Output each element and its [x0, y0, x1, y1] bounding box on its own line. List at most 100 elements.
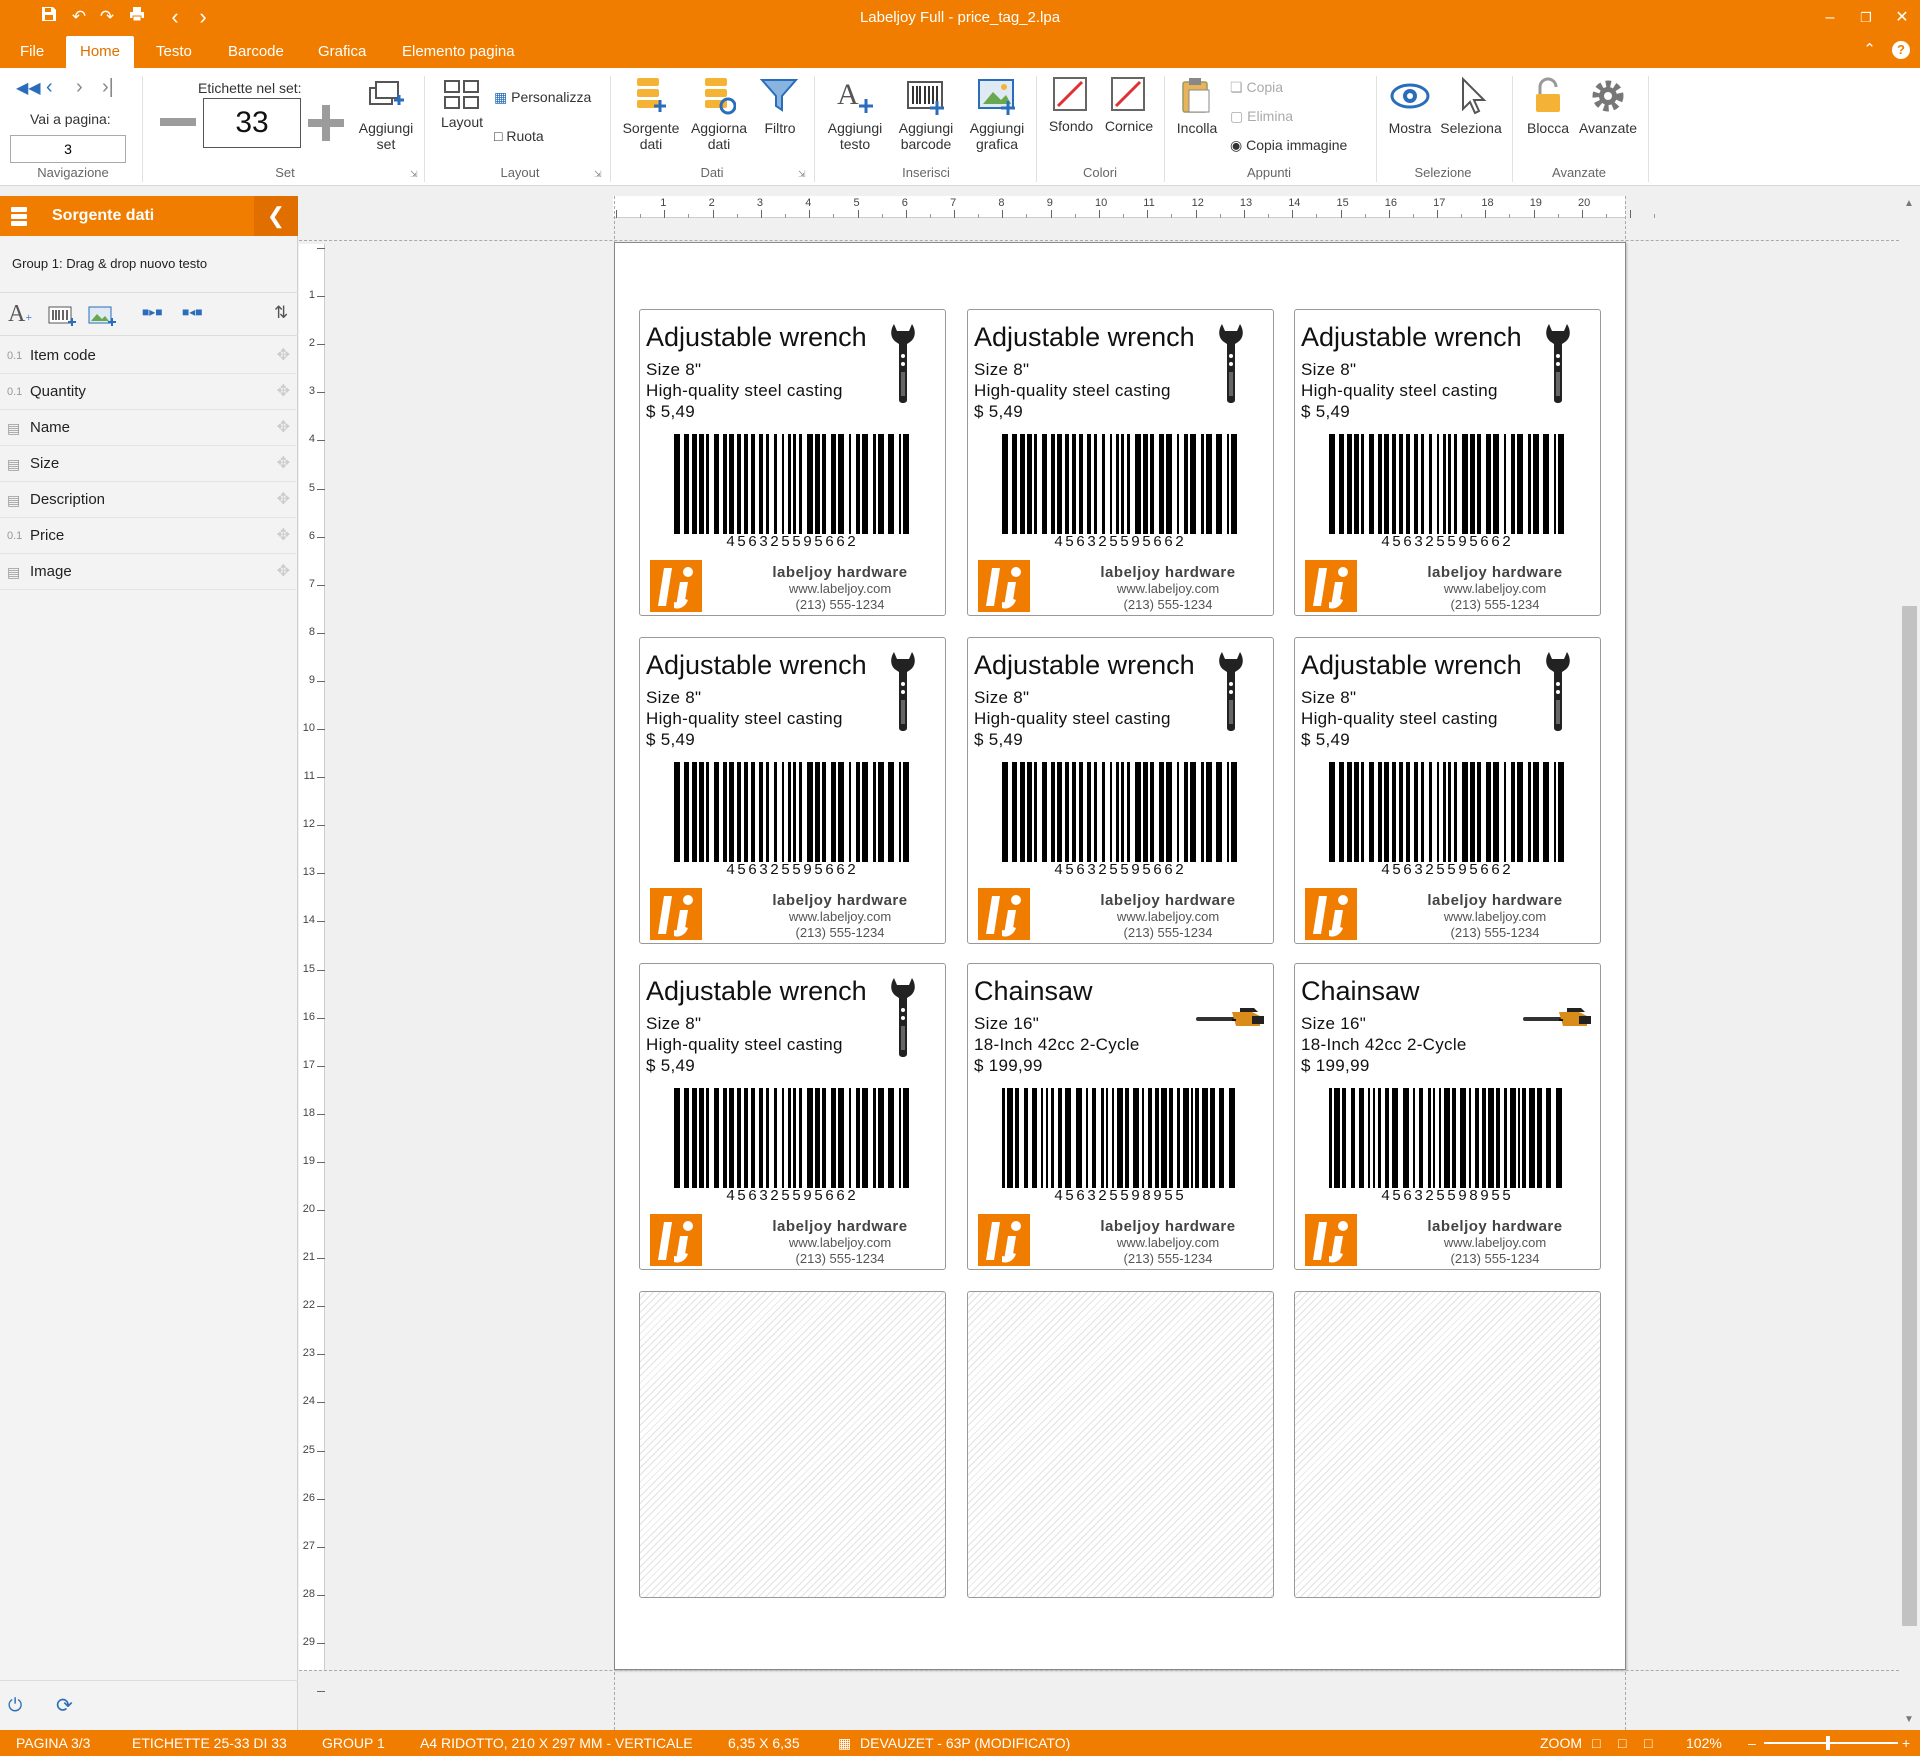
label-product-name[interactable]: Adjustable wrench — [646, 976, 867, 1007]
tab-grafica[interactable]: Grafica — [304, 36, 380, 68]
drag-handle-icon[interactable]: ✥ — [277, 410, 290, 446]
label-barcode[interactable] — [674, 434, 910, 534]
price-label[interactable]: Adjustable wrench Size 8" High-quality ste… — [639, 309, 946, 616]
increase-icon[interactable] — [308, 105, 344, 141]
label-brand[interactable]: labeljoy hardware — [760, 1218, 920, 1235]
labeljoy-logo-icon[interactable] — [650, 560, 702, 612]
drag-handle-icon[interactable]: ✥ — [277, 482, 290, 518]
label-product-name[interactable]: Chainsaw — [1301, 976, 1420, 1007]
price-label[interactable]: Adjustable wrench Size 8" High-quality ste… — [967, 637, 1274, 944]
label-size[interactable]: Size 8" — [974, 688, 1029, 708]
rotate-button[interactable]: □ Ruota — [494, 127, 544, 145]
label-product-name[interactable]: Adjustable wrench — [1301, 322, 1522, 353]
label-product-name[interactable]: Adjustable wrench — [646, 650, 867, 681]
label-barcode[interactable] — [1002, 762, 1238, 862]
help-icon[interactable]: ? — [1892, 41, 1910, 59]
label-brand[interactable]: labeljoy hardware — [1088, 892, 1248, 909]
tab-barcode[interactable]: Barcode — [214, 36, 298, 68]
labeljoy-logo-icon[interactable] — [1305, 560, 1357, 612]
labeljoy-logo-icon[interactable] — [650, 888, 702, 940]
label-price[interactable]: $ 5,49 — [646, 1056, 695, 1076]
label-product-name[interactable]: Adjustable wrench — [974, 322, 1195, 353]
label-price[interactable]: $ 199,99 — [974, 1056, 1043, 1076]
update-data-button[interactable]: Aggiorna dati — [686, 76, 752, 152]
collapse-ribbon-icon[interactable]: ⌃ — [1863, 41, 1876, 58]
label-brand[interactable]: labeljoy hardware — [1415, 1218, 1575, 1235]
price-label[interactable]: Adjustable wrench Size 8" High-quality ste… — [639, 963, 946, 1270]
labeljoy-logo-icon[interactable] — [1305, 1214, 1357, 1266]
label-description[interactable]: High-quality steel casting — [974, 709, 1171, 729]
last-page-icon[interactable]: ›| — [102, 76, 114, 99]
zoom-page-icon[interactable]: □ — [1592, 1730, 1600, 1756]
paste-button[interactable]: Incolla — [1170, 76, 1224, 136]
sort-icon[interactable]: ⇅ — [274, 303, 288, 323]
labeljoy-logo-icon[interactable] — [978, 560, 1030, 612]
add-barcode-button[interactable]: Aggiungi barcode — [890, 76, 962, 152]
label-description[interactable]: High-quality steel casting — [1301, 709, 1498, 729]
labeljoy-logo-icon[interactable] — [650, 1214, 702, 1266]
plug-icon[interactable]: ⏻ — [8, 1695, 22, 1716]
label-size[interactable]: Size 8" — [1301, 688, 1356, 708]
add-image-field-icon[interactable] — [88, 305, 116, 332]
label-barcode[interactable] — [1329, 1088, 1565, 1188]
add-graphic-button[interactable]: Aggiungi grafica — [962, 76, 1032, 152]
label-phone[interactable]: (213) 555-1234 — [1088, 1251, 1248, 1266]
delete-button[interactable]: ▢ Elimina — [1230, 107, 1293, 125]
zoom-width-icon[interactable]: □ — [1618, 1730, 1626, 1756]
label-phone[interactable]: (213) 555-1234 — [1415, 925, 1575, 940]
price-label[interactable]: Adjustable wrench Size 8" High-quality ste… — [1294, 637, 1601, 944]
drag-handle-icon[interactable]: ✥ — [277, 446, 290, 482]
drag-handle-icon[interactable]: ✥ — [277, 554, 290, 590]
vertical-scrollbar[interactable]: ▲ ▼ — [1899, 196, 1920, 1730]
close-button[interactable]: ✕ — [1884, 5, 1920, 31]
empty-label-slot[interactable] — [967, 1291, 1274, 1598]
label-barcode[interactable] — [1329, 762, 1565, 862]
label-website[interactable]: www.labeljoy.com — [1415, 1235, 1575, 1250]
empty-label-slot[interactable] — [1294, 1291, 1601, 1598]
label-description[interactable]: 18-Inch 42cc 2-Cycle — [1301, 1035, 1467, 1055]
label-website[interactable]: www.labeljoy.com — [1415, 581, 1575, 596]
label-website[interactable]: www.labeljoy.com — [1088, 909, 1248, 924]
add-barcode-field-icon[interactable] — [48, 305, 76, 332]
label-phone[interactable]: (213) 555-1234 — [760, 597, 920, 612]
label-size[interactable]: Size 8" — [646, 1014, 701, 1034]
add-text-field-icon[interactable]: A+ — [8, 301, 32, 328]
label-brand[interactable]: labeljoy hardware — [1415, 564, 1575, 581]
label-sheet[interactable]: Adjustable wrench Size 8" High-quality ste… — [614, 242, 1626, 1670]
label-website[interactable]: www.labeljoy.com — [760, 1235, 920, 1250]
wrench-icon[interactable] — [1543, 650, 1573, 741]
label-barcode[interactable] — [1002, 434, 1238, 534]
drag-handle-icon[interactable]: ✥ — [277, 374, 290, 410]
goto-page-input[interactable] — [10, 135, 126, 163]
label-website[interactable]: www.labeljoy.com — [1415, 909, 1575, 924]
zoom-in-icon[interactable]: + — [1902, 1730, 1910, 1756]
label-phone[interactable]: (213) 555-1234 — [760, 925, 920, 940]
label-website[interactable]: www.labeljoy.com — [760, 581, 920, 596]
label-product-name[interactable]: Adjustable wrench — [1301, 650, 1522, 681]
first-page-icon[interactable]: ◀◀ — [16, 78, 41, 98]
labeljoy-logo-icon[interactable] — [1305, 888, 1357, 940]
filter-button[interactable]: Filtro — [752, 76, 808, 136]
label-description[interactable]: High-quality steel casting — [646, 1035, 843, 1055]
label-price[interactable]: $ 5,49 — [1301, 730, 1350, 750]
label-brand[interactable]: labeljoy hardware — [1415, 892, 1575, 909]
customize-button[interactable]: ▦ Personalizza — [494, 88, 591, 106]
label-description[interactable]: 18-Inch 42cc 2-Cycle — [974, 1035, 1140, 1055]
label-barcode[interactable] — [674, 1088, 910, 1188]
label-size[interactable]: Size 16" — [974, 1014, 1039, 1034]
tab-testo[interactable]: Testo — [142, 36, 206, 68]
field-name[interactable]: ▤ Name ✥ — [0, 410, 296, 446]
label-phone[interactable]: (213) 555-1234 — [1088, 597, 1248, 612]
label-price[interactable]: $ 5,49 — [1301, 402, 1350, 422]
label-brand[interactable]: labeljoy hardware — [1088, 1218, 1248, 1235]
next-page-icon[interactable]: › — [76, 76, 83, 99]
lock-button[interactable]: Blocca — [1518, 76, 1578, 136]
price-label[interactable]: Adjustable wrench Size 8" High-quality ste… — [967, 309, 1274, 616]
label-phone[interactable]: (213) 555-1234 — [1415, 597, 1575, 612]
empty-label-slot[interactable] — [639, 1291, 946, 1598]
set-count-input[interactable]: 33 — [203, 98, 301, 148]
wrench-icon[interactable] — [888, 322, 918, 413]
label-website[interactable]: www.labeljoy.com — [760, 909, 920, 924]
show-button[interactable]: Mostra — [1382, 76, 1438, 136]
collapse-panel-button[interactable]: ❮ — [254, 196, 298, 236]
